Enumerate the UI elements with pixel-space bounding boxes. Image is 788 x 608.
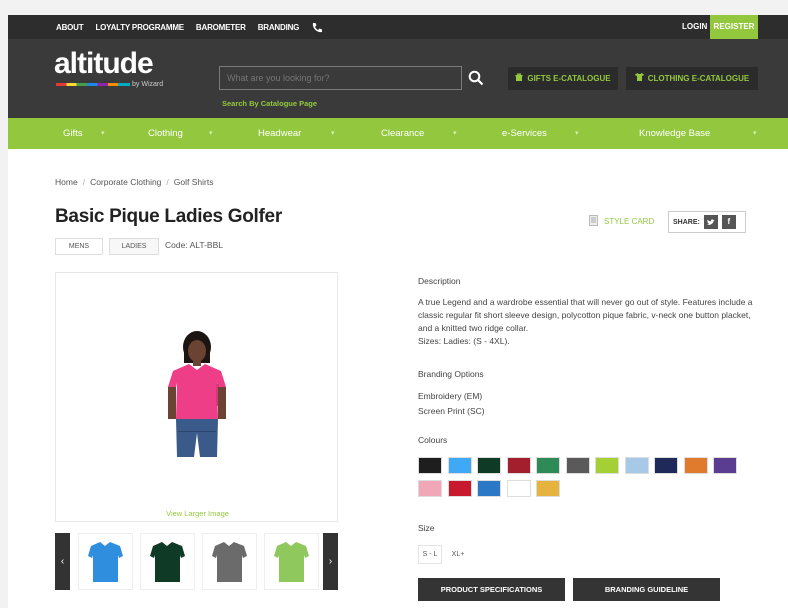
shirt-thumbnail-dark-green xyxy=(150,542,185,582)
logo[interactable]: altitude xyxy=(54,47,154,81)
thumbnail[interactable] xyxy=(264,533,319,590)
phone-icon[interactable] xyxy=(311,21,323,33)
colour-swatch[interactable] xyxy=(565,457,590,474)
colour-swatch[interactable] xyxy=(683,457,708,474)
top-link-barometer[interactable]: BAROMETER xyxy=(196,23,246,32)
product-photo xyxy=(168,331,226,457)
nav-item-headwear[interactable]: Headwear xyxy=(258,118,301,149)
shirt-thumbnail-blue xyxy=(88,542,123,582)
description-heading: Description xyxy=(418,276,461,286)
chevron-right-icon[interactable]: › xyxy=(323,533,338,590)
share-box: SHARE: f xyxy=(668,211,746,233)
thumbnail[interactable] xyxy=(78,533,133,590)
chevron-down-icon: ▾ xyxy=(209,130,213,137)
colour-swatch[interactable] xyxy=(447,480,472,497)
gift-icon xyxy=(515,67,523,90)
colour-swatch[interactable] xyxy=(418,457,442,474)
top-link-about[interactable]: ABOUT xyxy=(56,23,84,32)
chevron-down-icon: ▾ xyxy=(331,130,335,137)
size-option-xl[interactable]: XL+ xyxy=(447,545,469,564)
register-button[interactable]: REGISTER xyxy=(710,15,758,39)
header: altitude by Wizard Search By Catalogue P… xyxy=(8,39,788,118)
logo-subtitle: by Wizard xyxy=(132,81,164,88)
colour-swatch[interactable] xyxy=(654,457,678,474)
breadcrumb-golf-shirts[interactable]: Golf Shirts xyxy=(174,177,214,187)
nav-item-gifts[interactable]: Gifts xyxy=(63,118,83,149)
breadcrumb-home[interactable]: Home xyxy=(55,177,78,187)
size-option-s-l[interactable]: S - L xyxy=(418,545,442,564)
shirt-thumbnail-lime xyxy=(274,542,309,582)
chevron-down-icon: ▾ xyxy=(753,130,757,137)
clothing-catalogue-button[interactable]: CLOTHING E-CATALOGUE xyxy=(626,67,758,90)
search-icon[interactable] xyxy=(468,70,484,86)
breadcrumb-corporate-clothing[interactable]: Corporate Clothing xyxy=(90,177,161,187)
product-specifications-button[interactable]: PRODUCT SPECIFICATIONS xyxy=(418,578,565,601)
clothing-catalogue-label: CLOTHING E-CATALOGUE xyxy=(647,74,750,83)
shirt-icon xyxy=(634,67,644,90)
shirt-thumbnail-grey xyxy=(212,542,247,582)
colour-swatch[interactable] xyxy=(506,457,531,474)
product-image[interactable]: View Larger Image xyxy=(55,272,338,522)
colour-swatch[interactable] xyxy=(624,457,649,474)
chevron-down-icon: ▾ xyxy=(453,130,457,137)
tab-mens[interactable]: MENS xyxy=(55,238,103,255)
thumbnail[interactable] xyxy=(202,533,257,590)
colour-swatch[interactable] xyxy=(595,457,619,474)
sizes-line: Sizes: Ladies: (S - 4XL). xyxy=(418,336,510,346)
main-nav: Gifts ▾ Clothing ▾ Headwear ▾ Clearance … xyxy=(8,118,788,149)
colour-swatch[interactable] xyxy=(447,457,472,474)
top-link-loyalty[interactable]: LOYALTY PROGRAMME xyxy=(95,23,184,32)
style-card-label: STYLE CARD xyxy=(604,217,655,226)
description-text: A true Legend and a wardrobe essential t… xyxy=(418,296,758,348)
document-icon xyxy=(589,215,598,228)
nav-item-eservices[interactable]: e-Services xyxy=(502,118,547,149)
view-larger-image-link[interactable]: View Larger Image xyxy=(56,509,339,518)
colours-heading: Colours xyxy=(418,435,448,445)
search-input[interactable] xyxy=(219,66,462,90)
search-by-catalogue-link[interactable]: Search By Catalogue Page xyxy=(222,99,317,108)
top-nav: ABOUT LOYALTY PROGRAMME BAROMETER BRANDI… xyxy=(56,15,323,39)
branding-options-heading: Branding Options xyxy=(418,369,484,379)
facebook-icon[interactable]: f xyxy=(721,215,736,229)
colour-swatch[interactable] xyxy=(477,480,501,497)
branding-option: Embroidery (EM) xyxy=(418,391,483,401)
tab-ladies[interactable]: LADIES xyxy=(109,238,159,255)
product-code: Code: ALT-BBL xyxy=(165,240,223,250)
page: ABOUT LOYALTY PROGRAMME BAROMETER BRANDI… xyxy=(8,15,788,608)
nav-item-clothing[interactable]: Clothing xyxy=(148,118,183,149)
branding-option: Screen Print (SC) xyxy=(418,406,485,416)
nav-item-knowledge-base[interactable]: Knowledge Base xyxy=(639,118,710,149)
description-body: A true Legend and a wardrobe essential t… xyxy=(418,297,753,333)
login-link[interactable]: LOGIN xyxy=(682,15,707,39)
colour-swatch[interactable] xyxy=(536,480,560,497)
gifts-catalogue-label: GIFTS E-CATALOGUE xyxy=(527,74,611,83)
branding-guideline-button[interactable]: BRANDING GUIDELINE xyxy=(573,578,720,601)
breadcrumb-separator: / xyxy=(82,177,86,187)
breadcrumb-separator: / xyxy=(166,177,169,187)
breadcrumb: Home / Corporate Clothing / Golf Shirts xyxy=(55,177,213,187)
style-card-link[interactable]: STYLE CARD xyxy=(589,215,654,228)
nav-item-clearance[interactable]: Clearance xyxy=(381,118,424,149)
size-heading: Size xyxy=(418,523,435,533)
logo-stripes xyxy=(56,83,130,86)
page-title: Basic Pique Ladies Golfer xyxy=(55,206,282,227)
chevron-down-icon: ▾ xyxy=(575,130,579,137)
share-label: SHARE: xyxy=(673,218,700,226)
gifts-catalogue-button[interactable]: GIFTS E-CATALOGUE xyxy=(508,67,618,90)
colour-swatch[interactable] xyxy=(713,457,737,474)
top-bar: ABOUT LOYALTY PROGRAMME BAROMETER BRANDI… xyxy=(8,15,788,39)
colour-swatch[interactable] xyxy=(506,480,531,497)
top-link-branding[interactable]: BRANDING xyxy=(258,23,300,32)
colour-swatch[interactable] xyxy=(418,480,442,497)
colour-swatch[interactable] xyxy=(477,457,501,474)
chevron-left-icon[interactable]: ‹ xyxy=(55,533,70,590)
thumbnail-carousel: ‹ › xyxy=(55,533,338,590)
chevron-down-icon: ▾ xyxy=(101,130,105,137)
twitter-icon[interactable] xyxy=(703,215,718,229)
thumbnail[interactable] xyxy=(140,533,195,590)
colour-swatch[interactable] xyxy=(536,457,560,474)
